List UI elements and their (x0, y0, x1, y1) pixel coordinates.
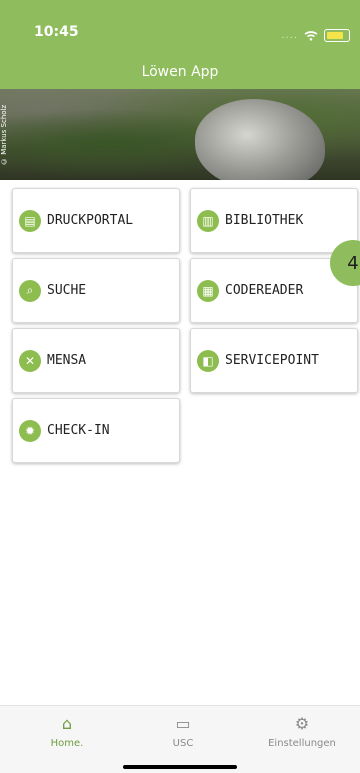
tab-label: Einstellungen (268, 738, 336, 749)
search-icon: ⌕ (19, 279, 41, 302)
tile-label: CODEREADER (225, 283, 304, 298)
home-indicator (123, 765, 237, 769)
tile-grid: ▤ DRUCKPORTAL ▥ BIBLIOTHEK ⌕ SUCHE ▦ COD… (0, 180, 360, 700)
status-time: 10:45 (34, 24, 79, 40)
library-icon: ▥ (197, 209, 219, 232)
tab-label: Home. (50, 738, 84, 749)
app-title: Löwen App (141, 64, 219, 80)
signal-icon: .... (281, 30, 298, 41)
status-icons: .... (281, 26, 350, 45)
tile-check-in[interactable]: ✹ CHECK-IN (12, 398, 180, 463)
tab-einstellungen[interactable]: ⚙ Einstellungen (242, 714, 360, 749)
tile-label: BIBLIOTHEK (225, 213, 304, 228)
card-icon: ▭ (175, 714, 191, 733)
home-icon: ⌂ (61, 714, 73, 733)
tile-mensa[interactable]: ✕ MENSA (12, 328, 180, 393)
gear-icon: ⚙ (294, 714, 310, 733)
battery-icon (324, 29, 350, 42)
tab-usc[interactable]: ▭ USC (123, 714, 243, 749)
printer-icon: ▤ (19, 209, 41, 232)
photo-credit: © Markus Scholz (0, 104, 8, 165)
tile-servicepoint[interactable]: ◧ SERVICEPOINT (190, 328, 358, 393)
tile-label: SERVICEPOINT (225, 353, 319, 368)
tab-bar: ⌂ Home. ▭ USC ⚙ Einstellungen (0, 705, 360, 773)
tile-label: CHECK-IN (47, 423, 110, 438)
tile-label: DRUCKPORTAL (47, 213, 134, 228)
tab-label: USC (172, 738, 194, 749)
tab-home[interactable]: ⌂ Home. (7, 714, 127, 749)
qr-code-icon: ▦ (197, 279, 219, 302)
tile-label: SUCHE (47, 283, 87, 298)
header-banner-image: © Markus Scholz (0, 89, 360, 180)
tile-druckportal[interactable]: ▤ DRUCKPORTAL (12, 188, 180, 253)
wifi-icon (304, 26, 318, 45)
tile-suche[interactable]: ⌕ SUCHE (12, 258, 180, 323)
virus-icon: ✹ (19, 419, 41, 442)
tile-bibliothek[interactable]: ▥ BIBLIOTHEK (190, 188, 358, 253)
floating-label: 4 (347, 252, 359, 274)
service-icon: ◧ (197, 349, 219, 372)
app-header: 10:45 .... Löwen App (0, 0, 360, 89)
tile-label: MENSA (47, 353, 87, 368)
cutlery-icon: ✕ (19, 349, 41, 372)
